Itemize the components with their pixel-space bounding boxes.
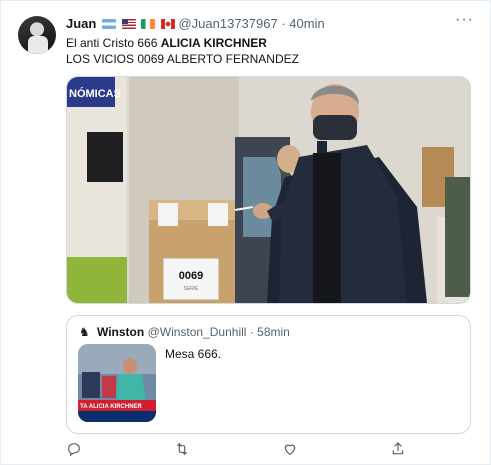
quoted-tweet-thumbnail: TA ALICIA KIRCHNER bbox=[78, 344, 156, 422]
photo-sign-text: NÓMICAS bbox=[69, 87, 121, 100]
display-name[interactable]: Juan bbox=[66, 16, 96, 31]
tweet-text-line2: LOS VICIOS 0069 ALBERTO FERNANDEZ bbox=[66, 52, 299, 66]
quoted-display-name: Winston bbox=[97, 325, 145, 339]
quoted-header-separator: · bbox=[249, 325, 254, 339]
flag-argentina-icon bbox=[101, 19, 116, 29]
flag-ireland-icon bbox=[141, 19, 156, 29]
quoted-user-avatar: ♞ bbox=[79, 325, 90, 339]
quoted-tweet-header: Winston @Winston_Dunhill · 58min bbox=[97, 324, 290, 340]
quoted-tweet-text: Mesa 666. bbox=[165, 347, 222, 361]
flag-canada-icon bbox=[160, 19, 175, 29]
share-icon[interactable] bbox=[390, 441, 410, 461]
quoted-tweet[interactable]: ♞ Winston @Winston_Dunhill · 58min TA AL… bbox=[66, 315, 471, 434]
quoted-user-handle: @Winston_Dunhill bbox=[147, 325, 247, 339]
more-options-icon[interactable]: ··· bbox=[455, 11, 474, 29]
tweet-text-prefix: El anti Cristo 666 bbox=[66, 36, 161, 50]
flag-usa-icon bbox=[121, 19, 136, 29]
retweet-icon[interactable] bbox=[174, 441, 194, 461]
user-avatar[interactable] bbox=[18, 16, 56, 54]
quoted-thumbnail-scene: TA ALICIA KIRCHNER bbox=[78, 344, 156, 422]
tweet-text-bold: ALICIA KIRCHNER bbox=[160, 36, 267, 50]
ballot-box-number: 0069 bbox=[179, 270, 203, 282]
tweet-text: El anti Cristo 666 ALICIA KIRCHNER LOS V… bbox=[66, 35, 299, 67]
photo-scene: NÓMICAS 0069 SERIE bbox=[67, 77, 470, 303]
quoted-tweet-timestamp: 58min bbox=[257, 325, 290, 339]
user-handle[interactable]: @Juan13737967 bbox=[178, 16, 277, 31]
quoted-thumbnail-banner: TA ALICIA KIRCHNER bbox=[80, 404, 143, 410]
tweet-actions bbox=[66, 441, 469, 461]
like-icon[interactable] bbox=[282, 441, 302, 461]
tweet-timestamp[interactable]: 40min bbox=[289, 16, 324, 31]
header-separator: · bbox=[281, 16, 286, 31]
tweet-header: Juan @Juan13737967 · 40min bbox=[66, 15, 325, 33]
reply-icon[interactable] bbox=[66, 441, 86, 461]
tweet-photo[interactable]: NÓMICAS 0069 SERIE bbox=[66, 76, 471, 304]
ballot-box-caption: SERIE bbox=[183, 286, 199, 292]
tweet-card[interactable]: Juan @Juan13737967 · 40min ··· El anti C… bbox=[0, 0, 491, 465]
